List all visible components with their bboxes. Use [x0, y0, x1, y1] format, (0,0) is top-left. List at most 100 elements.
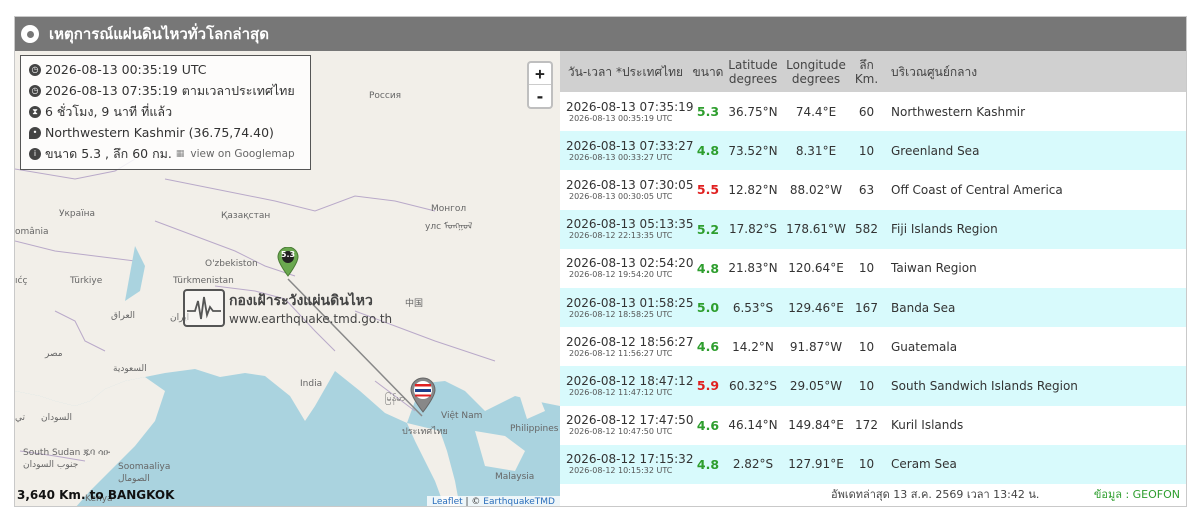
table-row[interactable]: 2026-08-12 17:15:32 2026-08-12 10:15:32 U…	[560, 444, 1186, 484]
attrib-separator: | ©	[462, 497, 484, 507]
info-thai-time: ◷ 2026-08-13 07:35:19 ตามเวลาประเทศไทย	[29, 80, 302, 101]
tmd-watermark: กองเฝ้าระวังแผ่นดินไหว www.earthquake.tm…	[183, 289, 392, 327]
map-label-iraq: العراق	[111, 311, 136, 321]
map-label-somaliland: Soomaaliya	[118, 462, 171, 472]
row-region: Greenland Sea	[891, 143, 980, 158]
row-latitude: 60.32°S	[729, 378, 777, 393]
map-label-malaysia: Malaysia	[495, 472, 535, 482]
table-row[interactable]: 2026-08-13 07:35:19 2026-08-13 00:35:19 U…	[560, 92, 1186, 131]
row-time: 2026-08-13 07:30:05	[566, 177, 694, 192]
map-label-mongolia: Монгол	[431, 204, 467, 214]
zoom-control: + -	[527, 61, 553, 109]
table-row[interactable]: 2026-08-13 07:33:27 2026-08-13 00:33:27 U…	[560, 131, 1186, 171]
table-row[interactable]: 2026-08-12 18:47:12 2026-08-12 11:47:12 U…	[560, 366, 1186, 406]
row-region: Guatemala	[891, 339, 958, 354]
table-row[interactable]: 2026-08-13 07:30:05 2026-08-13 00:30:05 U…	[560, 170, 1186, 209]
row-utc: 2026-08-13 00:35:19 UTC	[569, 113, 673, 123]
last-updated: อัพเดทล่าสุด 13 ส.ค. 2569 เวลา 13:42 น.	[831, 488, 1040, 501]
row-region: Off Coast of Central America	[891, 182, 1063, 197]
map-label-philippines: Philippines	[510, 424, 559, 434]
row-time: 2026-08-12 18:47:12	[566, 373, 694, 388]
row-magnitude: 5.2	[696, 221, 720, 237]
map-label-somaliland-ar: الصومال	[118, 474, 150, 484]
earthquake-map[interactable]: Россия Україна omânia Қазақстан Монгол у…	[15, 51, 560, 507]
row-region: Taiwan Region	[891, 261, 977, 276]
row-magnitude: 4.8	[696, 260, 720, 276]
earthquake-panel: เหตุการณ์แผ่นดินไหวทั่วโลกล่าสุด Россия …	[14, 16, 1187, 507]
map-label-vietnam: Việt Nam	[441, 411, 483, 421]
info-elapsed-text: 6 ชั่วโมง, 9 นาที ที่แล้ว	[45, 103, 173, 119]
row-depth: 60	[858, 104, 875, 119]
info-icon: i	[29, 147, 41, 160]
row-longitude: 8.31°E	[795, 143, 837, 158]
row-longitude: 74.4°E	[795, 104, 837, 119]
row-depth: 10	[858, 143, 875, 158]
info-size-text: ขนาด 5.3 , ลึก 60 กม.	[45, 145, 172, 161]
row-region: Fiji Islands Region	[891, 222, 998, 237]
row-region: South Sandwich Islands Region	[891, 378, 1078, 393]
leaflet-link[interactable]: Leaflet	[432, 497, 463, 506]
clock-icon: ◷	[29, 84, 41, 97]
row-time: 2026-08-13 07:35:19	[566, 99, 694, 114]
table-row[interactable]: 2026-08-13 02:54:20 2026-08-12 19:54:20 U…	[560, 249, 1186, 288]
row-utc: 2026-08-13 00:33:27 UTC	[569, 152, 673, 162]
row-latitude: 73.52°N	[728, 143, 778, 158]
col-header-region: บริเวณศูนย์กลาง	[891, 64, 978, 79]
row-longitude: 129.46°E	[788, 300, 844, 315]
map-label-sudan: السودان	[41, 413, 73, 423]
row-utc: 2026-08-12 18:58:25 UTC	[569, 309, 673, 319]
table-body: 2026-08-13 07:35:19 2026-08-13 00:35:19 U…	[560, 92, 1186, 484]
map-label-saudi: السعودية	[113, 364, 147, 374]
map-label-thailand: ประเทศไทย	[402, 427, 448, 437]
row-time: 2026-08-12 17:47:50	[566, 413, 694, 428]
earthquaketmd-link[interactable]: EarthquakeTMD	[483, 497, 555, 506]
earthquake-table: วัน-เวลา *ประเทศไทย ขนาด Latitude degree…	[560, 51, 1186, 506]
thailand-flag-marker[interactable]	[409, 377, 437, 413]
map-label-china: 中国	[405, 299, 424, 309]
row-magnitude: 5.0	[696, 300, 720, 316]
row-depth: 172	[855, 418, 878, 433]
row-longitude: 29.05°W	[789, 378, 843, 393]
table-row[interactable]: 2026-08-12 18:56:27 2026-08-12 11:56:27 U…	[560, 327, 1186, 366]
row-utc: 2026-08-12 11:56:27 UTC	[569, 348, 673, 358]
map-label-south-sudan-ar: جنوب السودان	[23, 460, 79, 470]
panel-title: เหตุการณ์แผ่นดินไหวทั่วโลกล่าสุด	[49, 25, 269, 43]
row-time: 2026-08-13 05:13:35	[566, 217, 694, 232]
map-label-turkiye-left: ıćç	[15, 276, 28, 286]
data-source: ข้อมูล : GEOFON	[1093, 488, 1180, 501]
row-depth: 10	[858, 339, 875, 354]
map-attribution: Leaflet | © EarthquakeTMD	[427, 496, 560, 507]
earthquake-marker-mag: 5.3	[280, 250, 296, 259]
row-utc: 2026-08-12 10:47:50 UTC	[569, 427, 673, 437]
row-latitude: 2.82°S	[732, 457, 774, 472]
row-latitude: 36.75°N	[728, 104, 778, 119]
map-label-uzbekistan: O'zbekiston	[205, 259, 258, 269]
zoom-in-button[interactable]: +	[529, 63, 551, 85]
row-longitude: 149.84°E	[788, 418, 844, 433]
row-magnitude: 4.8	[696, 143, 720, 159]
map-label-egypt: مصر	[45, 349, 63, 359]
row-latitude: 46.14°N	[728, 418, 778, 433]
table-row[interactable]: 2026-08-12 17:47:50 2026-08-12 10:47:50 U…	[560, 406, 1186, 445]
table-row[interactable]: 2026-08-13 05:13:35 2026-08-12 22:13:35 U…	[560, 209, 1186, 249]
col-header-longitude: Longitude degrees	[781, 58, 851, 86]
row-magnitude: 4.6	[696, 417, 720, 433]
map-label-russia: Россия	[369, 91, 402, 101]
row-depth: 10	[858, 261, 875, 276]
row-depth: 167	[855, 300, 878, 315]
seismograph-icon	[183, 289, 225, 327]
row-depth: 582	[855, 222, 878, 237]
hourglass-icon: ⧗	[29, 105, 41, 118]
row-time: 2026-08-13 07:33:27	[566, 138, 694, 153]
row-magnitude: 5.9	[696, 378, 720, 394]
googlemap-link[interactable]: view on Googlemap	[190, 148, 294, 160]
table-header: วัน-เวลา *ประเทศไทย ขนาด Latitude degree…	[560, 51, 1186, 92]
row-region: Kuril Islands	[891, 418, 964, 433]
table-row[interactable]: 2026-08-13 01:58:25 2026-08-12 18:58:25 U…	[560, 287, 1186, 328]
row-magnitude: 5.5	[696, 182, 720, 198]
row-utc: 2026-08-12 10:15:32 UTC	[569, 466, 673, 476]
map-label-kazakhstan: Қазақстан	[221, 211, 271, 221]
zoom-out-button[interactable]: -	[529, 85, 551, 107]
col-header-magnitude: ขนาด	[692, 64, 724, 79]
row-depth: 63	[858, 182, 875, 197]
